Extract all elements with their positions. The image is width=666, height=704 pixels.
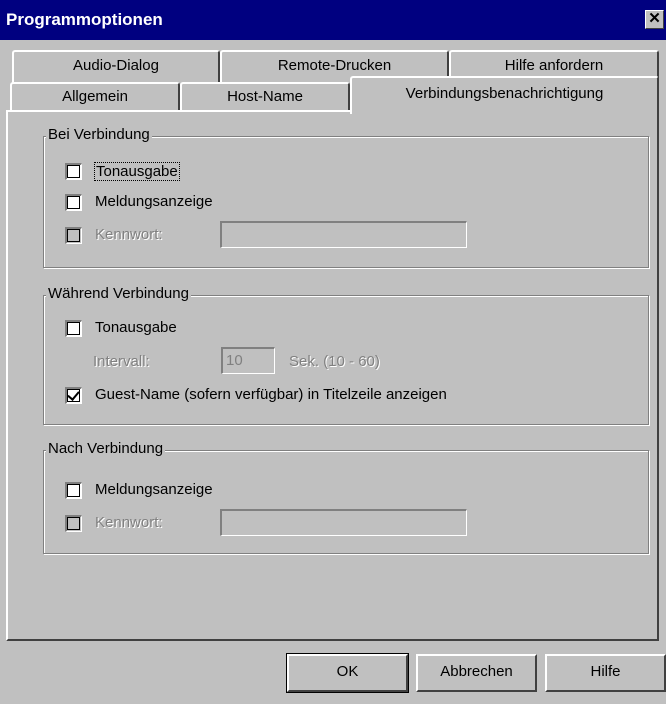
checkbox-guest-name[interactable] (65, 387, 82, 404)
group-title: Nach Verbindung (46, 440, 166, 457)
label-waehrend-tonausgabe[interactable]: Tonausgabe (95, 319, 177, 336)
tab-label: Remote-Drucken (277, 57, 392, 74)
title-bar: Programmoptionen ✕ (0, 0, 666, 40)
tab-label: Allgemein (62, 88, 128, 105)
tab-label: Audio-Dialog (73, 57, 159, 74)
label-bei-kennwort: Kennwort: (95, 226, 163, 243)
tab-host-name[interactable]: Host-Name (180, 82, 350, 112)
label-guest-name[interactable]: Guest-Name (sofern verfügbar) in Titelze… (95, 386, 447, 403)
group-waehrend-verbindung: Während Verbindung Tonausgabe Intervall:… (43, 285, 649, 425)
nach-kennwort-field (220, 509, 467, 536)
label-intervall: Intervall: (93, 353, 150, 370)
tab-audio-dialog[interactable]: Audio-Dialog (12, 50, 220, 84)
checkbox-bei-meldungsanzeige[interactable] (65, 194, 82, 211)
close-icon[interactable]: ✕ (645, 10, 664, 29)
group-title: Bei Verbindung (46, 126, 152, 143)
label-bei-tonausgabe[interactable]: Tonausgabe (94, 162, 180, 181)
checkbox-bei-kennwort (65, 227, 82, 244)
checkbox-nach-kennwort (65, 515, 82, 532)
group-title: Während Verbindung (46, 285, 191, 302)
tab-verbindungsbenachrichtigung[interactable]: Verbindungsbenachrichtigung (350, 76, 659, 114)
tab-label: Verbindungsbenachrichtigung (405, 85, 604, 102)
help-button[interactable]: Hilfe (545, 654, 666, 692)
window-title: Programmoptionen (6, 10, 163, 29)
tab-label: Hilfe anfordern (504, 57, 604, 74)
label-nach-kennwort: Kennwort: (95, 514, 163, 531)
tab-label: Host-Name (227, 88, 303, 105)
ok-button[interactable]: OK (286, 653, 409, 693)
cancel-button[interactable]: Abbrechen (416, 654, 537, 692)
bei-kennwort-field (220, 221, 467, 248)
dialog-window: Programmoptionen ✕ Audio-Dialog Remote-D… (0, 0, 666, 704)
label-intervall-unit: Sek. (10 - 60) (289, 353, 380, 370)
tab-allgemein[interactable]: Allgemein (10, 82, 180, 112)
label-nach-meldungsanzeige[interactable]: Meldungsanzeige (95, 481, 213, 498)
checkbox-waehrend-tonausgabe[interactable] (65, 320, 82, 337)
checkbox-bei-tonausgabe[interactable] (65, 163, 82, 180)
label-bei-meldungsanzeige[interactable]: Meldungsanzeige (95, 193, 213, 210)
intervall-field: 10 (221, 347, 275, 374)
group-nach-verbindung: Nach Verbindung Meldungsanzeige Kennwort… (43, 440, 649, 554)
group-bei-verbindung: Bei Verbindung Tonausgabe Meldungsanzeig… (43, 126, 649, 268)
tab-panel: Bei Verbindung Tonausgabe Meldungsanzeig… (6, 110, 659, 641)
checkbox-nach-meldungsanzeige[interactable] (65, 482, 82, 499)
